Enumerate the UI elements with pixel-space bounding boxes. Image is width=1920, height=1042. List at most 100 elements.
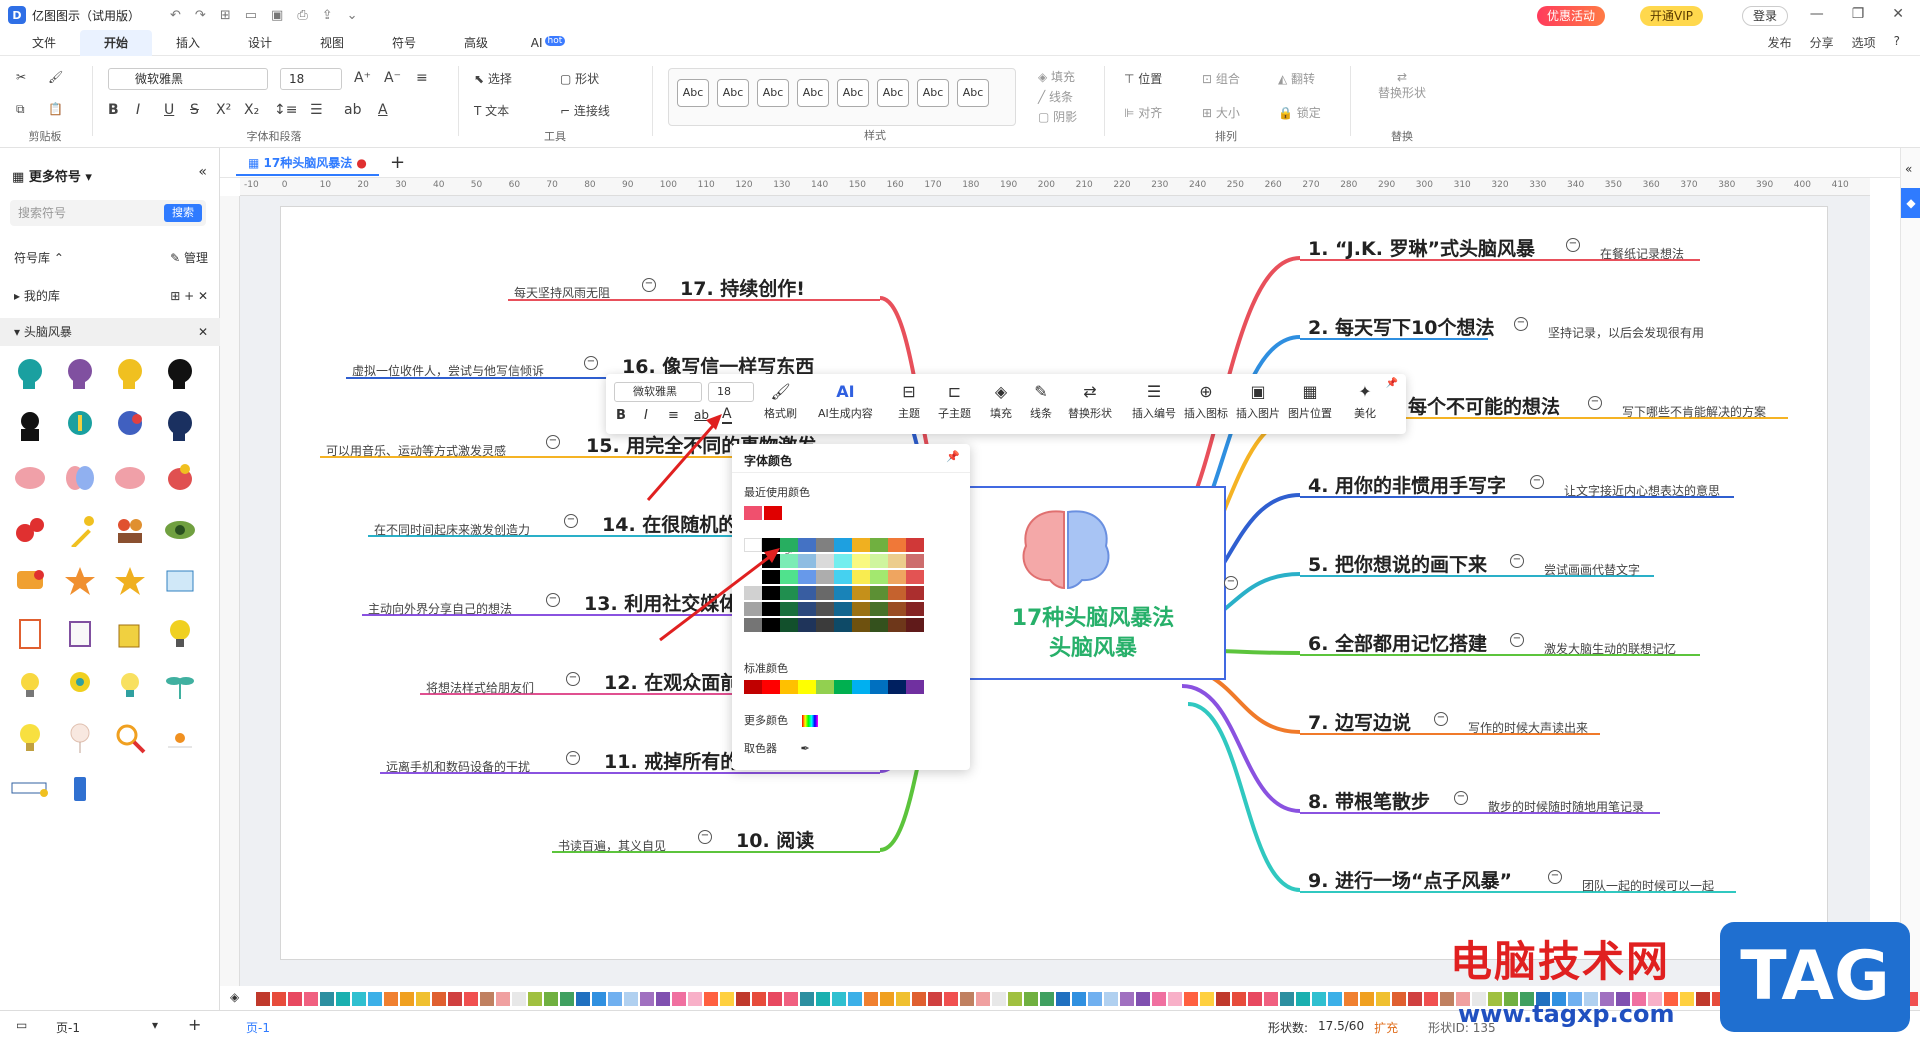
theme-shade-swatch[interactable] (852, 618, 870, 632)
theme-color-swatch[interactable] (870, 538, 888, 552)
theme-shade-swatch[interactable] (834, 602, 852, 616)
collapse-icon[interactable]: − (566, 672, 580, 686)
theme-shade-swatch[interactable] (852, 602, 870, 616)
palette-swatch[interactable] (1088, 992, 1102, 1006)
theme-color-swatch[interactable] (852, 538, 870, 552)
palette-swatch[interactable] (864, 992, 878, 1006)
theme-shade-swatch[interactable] (762, 570, 780, 584)
theme-shade-swatch[interactable] (906, 586, 924, 600)
theme-color-swatch[interactable] (744, 538, 762, 552)
theme-shade-swatch[interactable] (798, 586, 816, 600)
palette-swatch[interactable] (832, 992, 846, 1006)
palette-swatch[interactable] (1264, 992, 1278, 1006)
topic-left-13[interactable]: 13. 利用社交媒体 (584, 589, 738, 616)
beautify-button[interactable]: ✦ 美化 (1354, 382, 1376, 421)
theme-shade-swatch[interactable] (888, 618, 906, 632)
palette-swatch[interactable] (1408, 992, 1422, 1006)
theme-color-swatch[interactable] (762, 538, 780, 552)
standard-color-swatch[interactable] (852, 680, 870, 694)
theme-color-swatch[interactable] (906, 538, 924, 552)
palette-swatch[interactable] (976, 992, 990, 1006)
theme-shade-swatch[interactable] (834, 586, 852, 600)
theme-shade-swatch[interactable] (888, 570, 906, 584)
collapse-icon[interactable]: − (1510, 554, 1524, 568)
ai-generate-button[interactable]: AI AI生成内容 (818, 382, 873, 421)
line-button[interactable]: ✎ 线条 (1030, 382, 1052, 421)
format-painter-button[interactable]: 🖌 格式刷 (764, 382, 797, 421)
palette-swatch[interactable] (464, 992, 478, 1006)
topic-right-9[interactable]: 9. 进行一场“点子风暴” (1308, 866, 1512, 893)
palette-swatch[interactable] (368, 992, 382, 1006)
topic-right-7[interactable]: 7. 边写边说 (1308, 708, 1411, 735)
image-position-button[interactable]: ▦ 图片位置 (1288, 382, 1332, 421)
palette-swatch[interactable] (688, 992, 702, 1006)
theme-shade-swatch[interactable] (744, 586, 762, 600)
theme-shade-swatch[interactable] (852, 554, 870, 568)
float-font-select[interactable]: 微软雅黑 (614, 382, 702, 402)
palette-swatch[interactable] (1056, 992, 1070, 1006)
palette-swatch[interactable] (1392, 992, 1406, 1006)
float-italic-icon[interactable]: I (644, 408, 648, 423)
pin-popup-icon[interactable]: 📌 (946, 450, 960, 463)
float-align-icon[interactable]: ≡ (668, 408, 679, 423)
palette-swatch[interactable] (624, 992, 638, 1006)
theme-shade-swatch[interactable] (816, 602, 834, 616)
palette-swatch[interactable] (1024, 992, 1038, 1006)
collapse-icon[interactable]: − (566, 751, 580, 765)
theme-shade-swatch[interactable] (906, 618, 924, 632)
palette-swatch[interactable] (448, 992, 462, 1006)
theme-shade-swatch[interactable] (888, 602, 906, 616)
theme-shade-swatch[interactable] (816, 554, 834, 568)
theme-shade-swatch[interactable] (744, 570, 762, 584)
theme-shade-swatch[interactable] (762, 554, 780, 568)
theme-shade-swatch[interactable] (906, 602, 924, 616)
float-highlight-icon[interactable]: ab (694, 408, 709, 422)
page-view-icon[interactable]: ▭ (16, 1018, 27, 1032)
note-left-17[interactable]: 每天坚持风雨无阻 (514, 284, 610, 301)
palette-swatch[interactable] (1344, 992, 1358, 1006)
float-font-color-icon[interactable]: A (722, 406, 732, 424)
palette-swatch[interactable] (1072, 992, 1086, 1006)
palette-swatch[interactable] (576, 992, 590, 1006)
palette-swatch[interactable] (512, 992, 526, 1006)
collapse-icon[interactable]: − (698, 830, 712, 844)
theme-color-swatch[interactable] (816, 538, 834, 552)
collapse-icon[interactable]: − (564, 514, 578, 528)
palette-swatch[interactable] (560, 992, 574, 1006)
standard-color-swatch[interactable] (906, 680, 924, 694)
palette-swatch[interactable] (1440, 992, 1454, 1006)
palette-swatch[interactable] (1696, 992, 1710, 1006)
palette-swatch[interactable] (704, 992, 718, 1006)
palette-swatch[interactable] (1040, 992, 1054, 1006)
palette-swatch[interactable] (752, 992, 766, 1006)
theme-shade-swatch[interactable] (870, 570, 888, 584)
topic-right-5[interactable]: 5. 把你想说的画下来 (1308, 550, 1487, 577)
collapse-icon[interactable]: − (584, 356, 598, 370)
collapse-icon[interactable]: − (1510, 633, 1524, 647)
recent-color-swatch[interactable] (764, 506, 782, 520)
center-collapse-icon[interactable]: − (1224, 576, 1238, 590)
topic-left-12[interactable]: 12. 在观众面前 (604, 668, 739, 695)
palette-swatch[interactable] (384, 992, 398, 1006)
palette-swatch[interactable] (656, 992, 670, 1006)
theme-shade-swatch[interactable] (780, 570, 798, 584)
theme-color-swatch[interactable] (888, 538, 906, 552)
more-colors-button[interactable]: 更多颜色 (744, 712, 818, 728)
palette-swatch[interactable] (528, 992, 542, 1006)
note-right-1[interactable]: 在餐纸记录想法 (1600, 245, 1684, 262)
palette-swatch[interactable] (272, 992, 286, 1006)
palette-swatch[interactable] (1424, 992, 1438, 1006)
topic-button[interactable]: ⊟ 主题 (898, 382, 920, 421)
palette-swatch[interactable] (304, 992, 318, 1006)
theme-shade-swatch[interactable] (798, 570, 816, 584)
page-selector[interactable]: 页-1 (56, 1019, 80, 1036)
palette-swatch[interactable] (1136, 992, 1150, 1006)
topic-right-4[interactable]: 4. 用你的非惯用手写字 (1308, 471, 1506, 498)
theme-shade-swatch[interactable] (798, 602, 816, 616)
theme-shade-swatch[interactable] (744, 618, 762, 632)
palette-swatch[interactable] (1248, 992, 1262, 1006)
theme-shade-swatch[interactable] (870, 602, 888, 616)
palette-swatch[interactable] (928, 992, 942, 1006)
note-left-10[interactable]: 书读百遍，其义自见 (558, 837, 666, 854)
insert-image-button[interactable]: ▣ 插入图片 (1236, 382, 1280, 421)
